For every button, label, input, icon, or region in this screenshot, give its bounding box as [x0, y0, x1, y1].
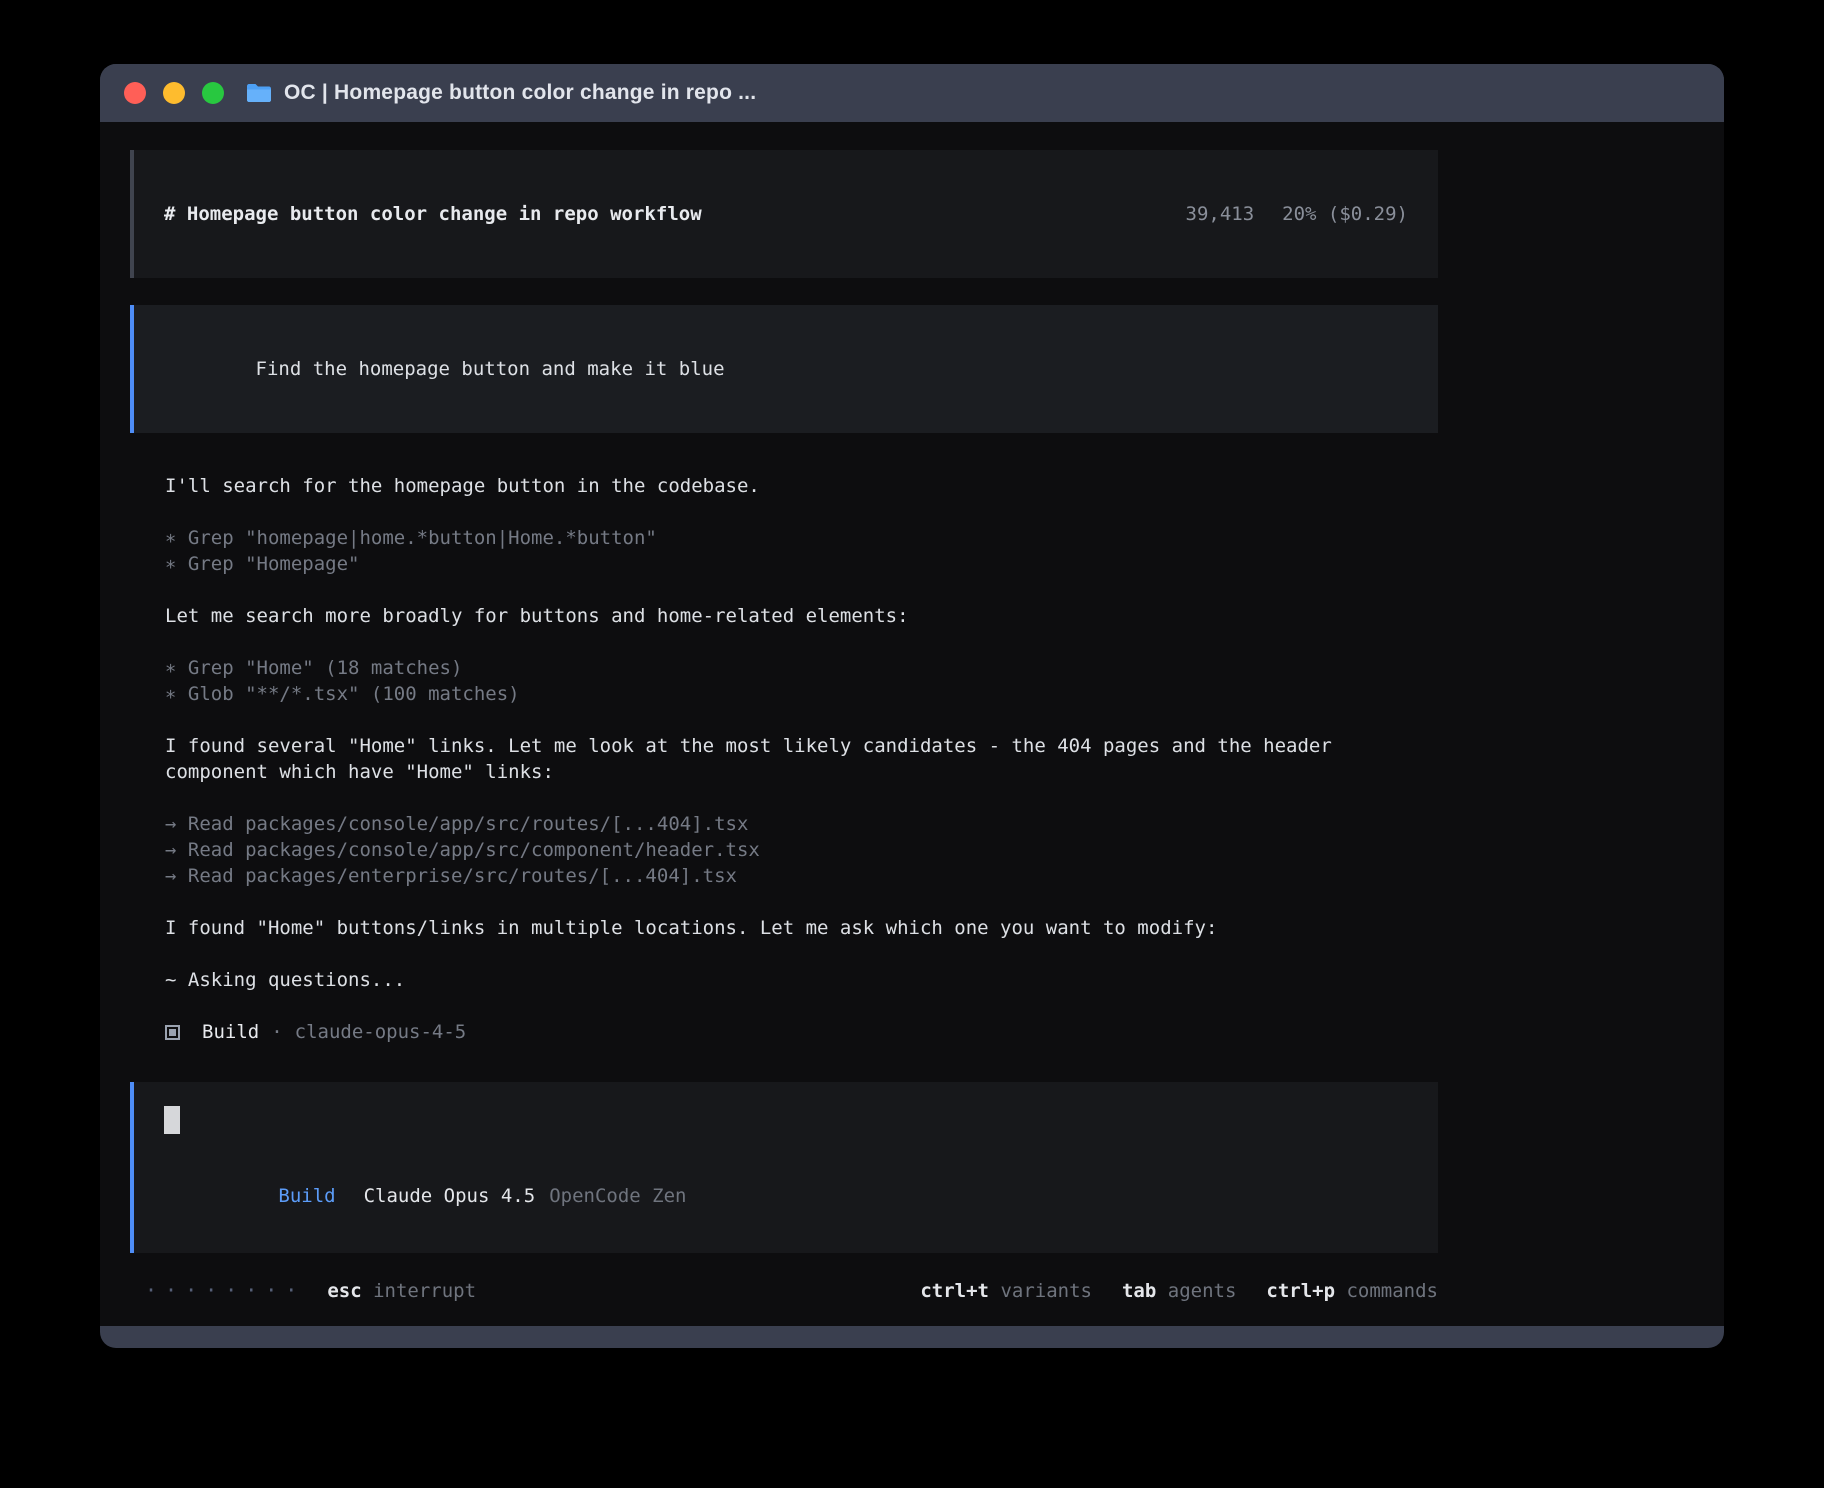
- close-button[interactable]: [124, 82, 146, 104]
- tool-call-glob: ∗ Glob "**/*.tsx" (100 matches): [165, 681, 1438, 707]
- tool-call-read: → Read packages/console/app/src/componen…: [165, 837, 1438, 863]
- text-cursor: [164, 1106, 180, 1134]
- spinner-dots: ········: [145, 1277, 305, 1303]
- agent-name: Build: [202, 1019, 259, 1045]
- shortcut-agents: tab agents: [1122, 1278, 1236, 1304]
- tool-call-grep: ∗ Grep "homepage|home.*button|Home.*butt…: [165, 525, 1438, 551]
- assistant-paragraph: I found "Home" buttons/links in multiple…: [165, 915, 1430, 941]
- user-message: Find the homepage button and make it blu…: [130, 305, 1438, 433]
- user-message-text: Find the homepage button and make it blu…: [256, 358, 725, 380]
- status-bar: ········ esc interrupt ctrl+t variants t…: [130, 1277, 1438, 1304]
- context-cost: 20% ($0.29): [1282, 203, 1408, 225]
- window-titlebar: OC | Homepage button color change in rep…: [100, 64, 1724, 122]
- provider-name: OpenCode Zen: [549, 1185, 686, 1207]
- working-status: ~ Asking questions...: [165, 967, 1438, 993]
- shortcut-variants: ctrl+t variants: [920, 1278, 1092, 1304]
- interrupt-hint: esc interrupt: [327, 1278, 476, 1304]
- tool-call-grep: ∗ Grep "Homepage": [165, 551, 1438, 577]
- session-header: # Homepage button color change in repo w…: [130, 150, 1438, 278]
- agent-attribution: Build · claude-opus-4-5: [165, 1019, 1438, 1045]
- assistant-paragraph: Let me search more broadly for buttons a…: [165, 603, 1430, 629]
- minimize-button[interactable]: [163, 82, 185, 104]
- tool-call-read: → Read packages/enterprise/src/routes/[.…: [165, 863, 1438, 889]
- agent-model: claude-opus-4-5: [295, 1019, 467, 1045]
- assistant-response: I'll search for the homepage button in t…: [130, 473, 1438, 1045]
- tool-call-group: ∗ Grep "Home" (18 matches) ∗ Glob "**/*.…: [165, 655, 1438, 707]
- interrupt-label: interrupt: [373, 1280, 476, 1302]
- agent-mode-label: Build: [278, 1185, 335, 1207]
- model-name: Claude Opus 4.5: [364, 1185, 536, 1207]
- session-title: # Homepage button color change in repo w…: [164, 201, 702, 227]
- agent-icon: [165, 1025, 180, 1040]
- assistant-paragraph: I'll search for the homepage button in t…: [165, 473, 1430, 499]
- tool-call-group: → Read packages/console/app/src/routes/[…: [165, 811, 1438, 889]
- session-stats: 39,413 20% ($0.29): [1071, 175, 1408, 253]
- terminal-window: OC | Homepage button color change in rep…: [100, 64, 1724, 1348]
- traffic-lights: [124, 82, 224, 104]
- prompt-input[interactable]: Build Claude Opus 4.5 OpenCode Zen: [130, 1082, 1438, 1253]
- assistant-paragraph: I found several "Home" links. Let me loo…: [165, 733, 1430, 785]
- shortcut-commands: ctrl+p commands: [1266, 1278, 1438, 1304]
- esc-key-label: esc: [327, 1280, 361, 1302]
- tool-call-group: ∗ Grep "homepage|home.*button|Home.*butt…: [165, 525, 1438, 577]
- zoom-button[interactable]: [202, 82, 224, 104]
- agent-separator: ·: [271, 1019, 282, 1045]
- model-info-line: Build Claude Opus 4.5 OpenCode Zen: [164, 1157, 1408, 1235]
- window-title: OC | Homepage button color change in rep…: [284, 81, 756, 105]
- folder-icon: [246, 82, 272, 104]
- tool-call-read: → Read packages/console/app/src/routes/[…: [165, 811, 1438, 837]
- token-count: 39,413: [1186, 203, 1255, 225]
- tool-call-grep: ∗ Grep "Home" (18 matches): [165, 655, 1438, 681]
- terminal-content: # Homepage button color change in repo w…: [100, 122, 1724, 1326]
- keyboard-shortcuts: ctrl+t variants tab agents ctrl+p comman…: [920, 1278, 1438, 1304]
